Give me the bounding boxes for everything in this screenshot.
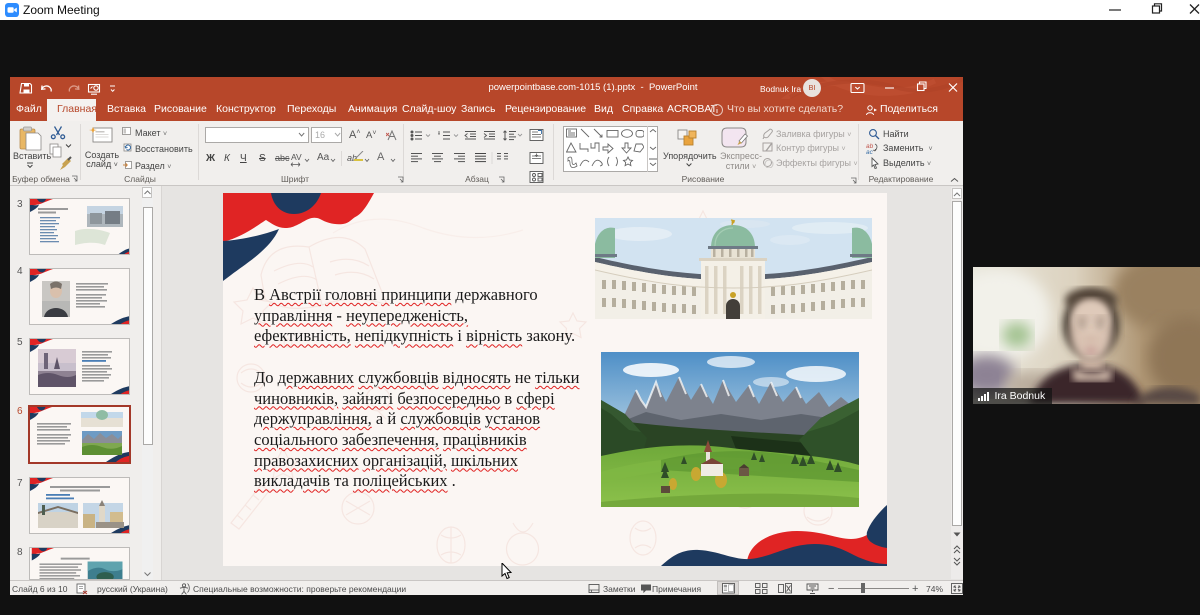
svg-text:ac: ac xyxy=(866,149,874,154)
